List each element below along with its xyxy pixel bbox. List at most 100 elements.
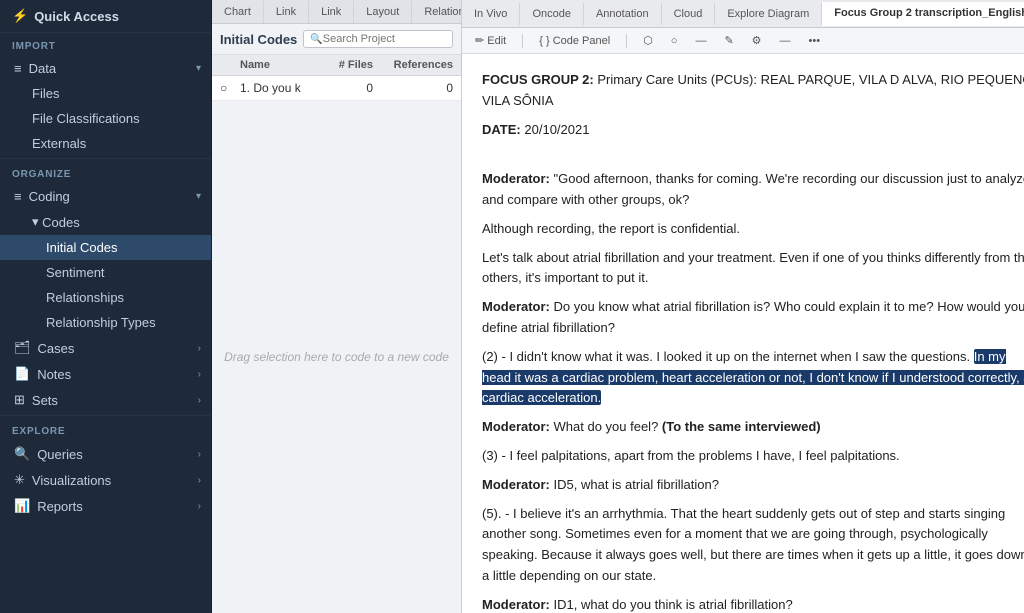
- sentiment-label: Sentiment: [46, 265, 105, 280]
- tab-chart[interactable]: Chart: [212, 1, 264, 23]
- moderator-intro: Moderator: "Good afternoon, thanks for c…: [482, 169, 1024, 211]
- quick-access-icon: ⚡: [12, 8, 28, 24]
- row-name: 1. Do you k: [240, 81, 328, 95]
- codes-label: Codes: [42, 215, 80, 230]
- response-3: (3) - I feel palpitations, apart from th…: [482, 446, 1024, 467]
- mod-bold-5: Moderator:: [482, 597, 550, 612]
- coding-icon: ≡: [14, 189, 22, 204]
- organize-section-header: ORGANIZE: [0, 161, 211, 184]
- initial-codes-label: Initial Codes: [46, 240, 118, 255]
- table-header: Name # Files References: [212, 55, 461, 76]
- mod-text-3: What do you feel?: [554, 419, 662, 434]
- sidebar-item-initial-codes[interactable]: Initial Codes: [0, 235, 211, 260]
- mod-text-5: ID1, what do you think is atrial fibrill…: [554, 597, 793, 612]
- resp-5-text: (5). - I believe it's an arrhythmia. Tha…: [482, 506, 1024, 583]
- tab-in-vivo[interactable]: In Vivo: [462, 3, 520, 25]
- table-row[interactable]: ○ 1. Do you k 0 0: [212, 76, 461, 101]
- visualizations-icon: ✳: [14, 472, 25, 488]
- focus-group-title: FOCUS GROUP 2: Primary Care Units (PCUs)…: [482, 70, 1024, 112]
- sidebar-item-relationship-types[interactable]: Relationship Types: [0, 310, 211, 335]
- right-panel: In Vivo Oncode Annotation Cloud Explore …: [462, 0, 1024, 613]
- mod-text-2: Do you know what atrial fibrillation is?…: [482, 299, 1024, 335]
- sidebar-item-notes[interactable]: 📄 Notes ›: [0, 361, 211, 387]
- edit-button[interactable]: ✏ Edit: [470, 33, 511, 48]
- quick-access-label: Quick Access: [34, 9, 119, 24]
- code-panel-button[interactable]: { } Code Panel: [534, 34, 615, 48]
- date-line: DATE: 20/10/2021: [482, 120, 1024, 141]
- sidebar-item-coding[interactable]: ≡ Coding ▾: [0, 184, 211, 209]
- document-tabs: In Vivo Oncode Annotation Cloud Explore …: [462, 0, 1024, 28]
- sidebar-item-data[interactable]: ≡ Data ▾: [0, 56, 211, 81]
- sidebar-item-codes[interactable]: ▾ Codes: [0, 209, 211, 235]
- toolbar-btn-a[interactable]: ⬡: [638, 33, 658, 48]
- import-section-header: IMPORT: [0, 33, 211, 56]
- sidebar-item-cases[interactable]: 🗂 Cases ›: [0, 335, 211, 361]
- row-refs: 0: [383, 81, 453, 95]
- toolbar-sep1: [522, 34, 523, 48]
- sidebar-item-sets[interactable]: ⊞ Sets ›: [0, 387, 211, 413]
- relationships-label: Relationships: [46, 290, 124, 305]
- drag-hint: Drag selection here to code to a new cod…: [212, 101, 461, 613]
- moderator-follow-up: Moderator: What do you feel? (To the sam…: [482, 417, 1024, 438]
- codes-expand-icon: ▾: [32, 214, 39, 230]
- sidebar-item-queries[interactable]: 🔍 Queries ›: [0, 441, 211, 467]
- tab-layout[interactable]: Layout: [354, 1, 412, 23]
- name-col-header: Name: [240, 59, 328, 71]
- sidebar-item-data-label: Data: [29, 61, 56, 76]
- tab-link2[interactable]: Link: [309, 1, 354, 23]
- row-radio: ○: [220, 81, 240, 95]
- sidebar-item-sentiment[interactable]: Sentiment: [0, 260, 211, 285]
- sidebar-item-visualizations[interactable]: ✳ Visualizations ›: [0, 467, 211, 493]
- resp-2-text: (2) - I didn't know what it was. I looke…: [482, 349, 974, 364]
- middle-title: Initial Codes: [220, 32, 297, 47]
- search-box[interactable]: 🔍: [303, 30, 453, 48]
- tab-link1[interactable]: Link: [264, 1, 309, 23]
- date-value: 20/10/2021: [524, 122, 589, 137]
- toolbar-btn-c[interactable]: —: [690, 34, 711, 48]
- coding-label: Coding: [29, 189, 70, 204]
- sets-arrow-icon: ›: [198, 395, 201, 406]
- visualizations-arrow-icon: ›: [198, 475, 201, 486]
- tab-relationships[interactable]: Relationships: [412, 1, 461, 23]
- sidebar-item-files[interactable]: Files: [0, 81, 211, 106]
- recording-text: Although recording, the report is confid…: [482, 221, 740, 236]
- sidebar-item-reports[interactable]: 📊 Reports ›: [0, 493, 211, 519]
- toolbar-btn-b[interactable]: ○: [666, 34, 683, 48]
- files-col-header: # Files: [328, 59, 383, 71]
- mod-text-4: ID5, what is atrial fibrillation?: [554, 477, 719, 492]
- cases-arrow-icon: ›: [198, 343, 201, 354]
- reports-label: Reports: [37, 499, 83, 514]
- reports-arrow-icon: ›: [198, 501, 201, 512]
- toolbar-btn-e[interactable]: ⚙: [747, 33, 767, 48]
- toolbar-btn-f[interactable]: —: [775, 34, 796, 48]
- sidebar-item-relationships[interactable]: Relationships: [0, 285, 211, 310]
- data-icon: ≡: [14, 61, 22, 76]
- tab-focus-group[interactable]: Focus Group 2 transcription_English ×: [822, 2, 1024, 26]
- toolbar-sep2: [626, 34, 627, 48]
- visualizations-label: Visualizations: [32, 473, 111, 488]
- sidebar-item-externals[interactable]: Externals: [0, 131, 211, 156]
- moderator-id1: Moderator: ID1, what do you think is atr…: [482, 595, 1024, 613]
- mod-bold-3b: (To the same interviewed): [662, 419, 821, 434]
- tab-explore-diagram[interactable]: Explore Diagram: [715, 3, 822, 25]
- quick-access-header: ⚡ Quick Access: [0, 0, 211, 33]
- sidebar-item-file-classifications[interactable]: File Classifications: [0, 106, 211, 131]
- mod-bold-4: Moderator:: [482, 477, 550, 492]
- tab-oncode[interactable]: Oncode: [520, 3, 584, 25]
- moderator-id5: Moderator: ID5, what is atrial fibrillat…: [482, 475, 1024, 496]
- cases-icon: 🗂: [14, 340, 31, 356]
- coding-arrow-icon: ▾: [196, 191, 201, 202]
- toolbar-btn-d[interactable]: ✎: [719, 33, 738, 48]
- top-nav-tabs: Chart Link Link Layout Relationships Str…: [212, 0, 461, 24]
- tab-cloud[interactable]: Cloud: [662, 3, 716, 25]
- search-input[interactable]: [323, 33, 446, 45]
- file-classifications-label: File Classifications: [32, 111, 140, 126]
- sidebar: ⚡ Quick Access IMPORT ≡ Data ▾ Files Fil…: [0, 0, 212, 613]
- recording-note: Although recording, the report is confid…: [482, 219, 1024, 240]
- focus-group-bold: FOCUS GROUP 2:: [482, 72, 594, 87]
- atrial-intro: Let's talk about atrial fibrillation and…: [482, 248, 1024, 290]
- mod-text-1: "Good afternoon, thanks for coming. We'r…: [482, 171, 1024, 207]
- toolbar-btn-g[interactable]: •••: [804, 34, 826, 48]
- tab-annotation[interactable]: Annotation: [584, 3, 662, 25]
- notes-label: Notes: [37, 367, 71, 382]
